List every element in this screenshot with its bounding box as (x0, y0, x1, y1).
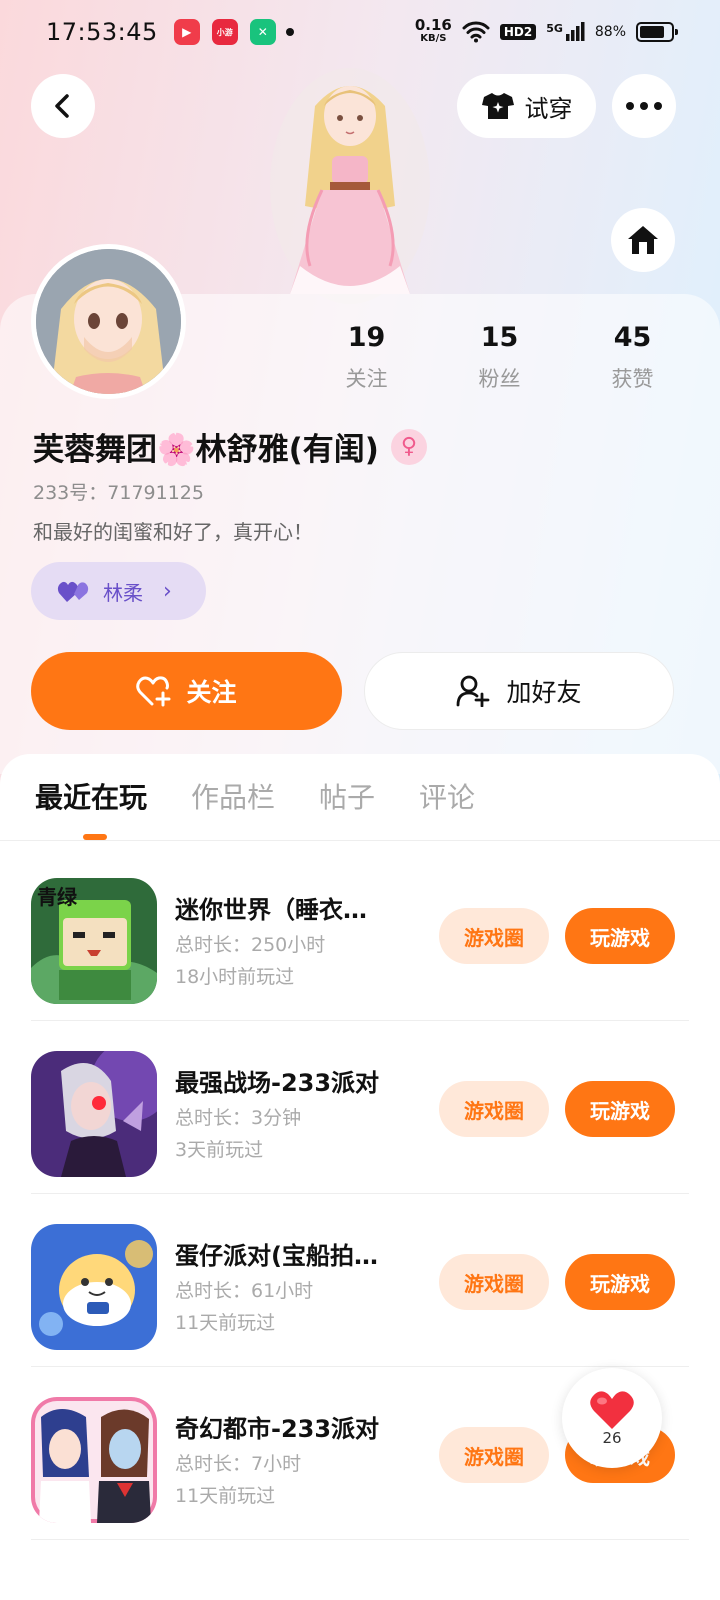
game-last-played: 11天前玩过 (175, 1485, 276, 1507)
play-game-button[interactable]: 玩游戏 (565, 1081, 675, 1137)
video-app-notification-icon: ▶ (173, 19, 200, 45)
fantasy-city-game-icon[interactable] (31, 1397, 157, 1523)
list-item[interactable]: 蛋仔派对(宝船拍… 总时长：61小时 11天前玩过 游戏圈 玩游戏 (0, 1194, 720, 1367)
status-time: 17:53:45 (46, 18, 158, 46)
chevron-right-icon: › (163, 578, 172, 604)
play-game-button[interactable]: 玩游戏 (565, 1254, 675, 1310)
game-duration: 总时长：7小时 (175, 1453, 302, 1475)
status-bar: 17:53:45 ▶ 小游 ✕ 0.16 KB/S HD2 5G 88% (0, 0, 720, 64)
hd-voice-icon: HD2 (499, 24, 537, 40)
like-floating-button[interactable]: 26 (562, 1368, 662, 1468)
add-user-icon (457, 675, 490, 707)
row-divider (31, 1539, 689, 1540)
chevron-left-icon (55, 94, 69, 118)
game-circle-button[interactable]: 游戏圈 (439, 908, 549, 964)
stat-label: 粉丝 (478, 367, 521, 391)
stat-value: 19 (347, 322, 386, 353)
notification-icons: ▶ 小游 ✕ (173, 19, 276, 45)
game-title: 蛋仔派对(宝船拍… (175, 1242, 378, 1270)
stat-value: 15 (480, 322, 519, 353)
game-circle-button[interactable]: 游戏圈 (439, 1427, 549, 1483)
game-title: 最强战场-233派对 (175, 1069, 380, 1097)
game-title: 迷你世界（睡衣… (175, 896, 367, 924)
network-speed: 0.16 KB/S (414, 16, 452, 45)
play-game-button[interactable]: 玩游戏 (565, 908, 675, 964)
game-last-played: 11天前玩过 (175, 1312, 276, 1334)
female-gender-icon: ♀ (390, 428, 427, 465)
follow-label: 关注 (186, 678, 237, 707)
more-options-button[interactable] (612, 74, 676, 138)
list-item[interactable]: 最强战场-233派对 总时长：3分钟 3天前玩过 游戏圈 玩游戏 (0, 1021, 720, 1194)
heart-plus-icon (136, 676, 171, 707)
game-duration: 总时长：250小时 (175, 934, 326, 956)
battery-icon (636, 22, 678, 42)
game-circle-button[interactable]: 游戏圈 (439, 1081, 549, 1137)
stat-label: 关注 (345, 367, 388, 391)
svg-text:青绿: 青绿 (37, 885, 78, 909)
game-last-played: 18小时前玩过 (175, 966, 295, 988)
add-friend-button[interactable]: 加好友 (364, 652, 674, 730)
dressed-avatar-figure[interactable] (260, 66, 440, 306)
relationship-name: 林柔 (103, 580, 143, 605)
wifi-icon (462, 21, 490, 43)
try-on-button[interactable]: 试穿 (457, 74, 596, 138)
battery-percentage: 88% (594, 24, 626, 40)
tab-works[interactable]: 作品栏 (191, 776, 275, 816)
eggy-party-game-icon[interactable] (31, 1224, 157, 1350)
battlefield-game-icon[interactable] (31, 1051, 157, 1177)
tab-posts[interactable]: 帖子 (319, 776, 375, 816)
tab-divider (0, 840, 720, 841)
profile-nickname-row: 芙蓉舞团🌸林舒雅(有闺) ♀ (33, 424, 427, 469)
profile-bio: 和最好的闺蜜和好了，真开心！ (33, 520, 313, 544)
add-friend-label: 加好友 (506, 678, 582, 707)
user-id: 233号：71791125 (33, 482, 204, 504)
tab-comments[interactable]: 评论 (419, 776, 475, 816)
profile-stats: 19 关注 15 粉丝 45 获赞 (300, 322, 700, 393)
heart-icon (590, 1391, 634, 1429)
profile-tabs: 最近在玩 作品栏 帖子 评论 (35, 776, 475, 816)
green-app-notification-icon: ✕ (249, 19, 276, 45)
signal-icon: 5G (546, 22, 585, 42)
try-on-label: 试穿 (524, 94, 573, 123)
list-item[interactable]: 青绿 迷你世界（睡衣… 总时长：250小时 18小时前玩过 游戏圈 玩游戏 (0, 848, 720, 1021)
stat-followers[interactable]: 15 粉丝 (433, 322, 566, 393)
home-icon (628, 226, 658, 254)
home-button[interactable] (611, 208, 675, 272)
more-horizontal-icon (626, 102, 662, 110)
profile-nickname: 芙蓉舞团🌸林舒雅(有闺) (33, 432, 379, 468)
avatar-portrait-image (36, 249, 181, 394)
game-duration: 总时长：3分钟 (175, 1107, 302, 1129)
stat-label: 获赞 (611, 367, 654, 391)
system-status-icons: 0.16 KB/S HD2 5G 88% (414, 16, 678, 45)
game-title: 奇幻都市-233派对 (175, 1415, 380, 1443)
relationship-pill[interactable]: 林柔 › (31, 562, 206, 620)
tab-recently-played[interactable]: 最近在玩 (35, 776, 147, 816)
stat-likes[interactable]: 45 获赞 (566, 322, 699, 393)
avatar[interactable] (31, 244, 186, 399)
mini-game-app-notification-icon: 小游 (211, 19, 238, 45)
mini-world-game-icon[interactable]: 青绿 (31, 878, 157, 1004)
game-duration: 总时长：61小时 (175, 1280, 314, 1302)
back-button[interactable] (31, 74, 95, 138)
stat-value: 45 (613, 322, 652, 353)
double-heart-icon (57, 581, 89, 602)
like-count: 26 (602, 1429, 622, 1447)
more-notifications-dot-icon (285, 28, 294, 36)
stat-following[interactable]: 19 关注 (300, 322, 433, 393)
follow-button[interactable]: 关注 (31, 652, 342, 730)
game-circle-button[interactable]: 游戏圈 (439, 1254, 549, 1310)
tshirt-icon (481, 93, 514, 119)
game-last-played: 3天前玩过 (175, 1139, 264, 1161)
